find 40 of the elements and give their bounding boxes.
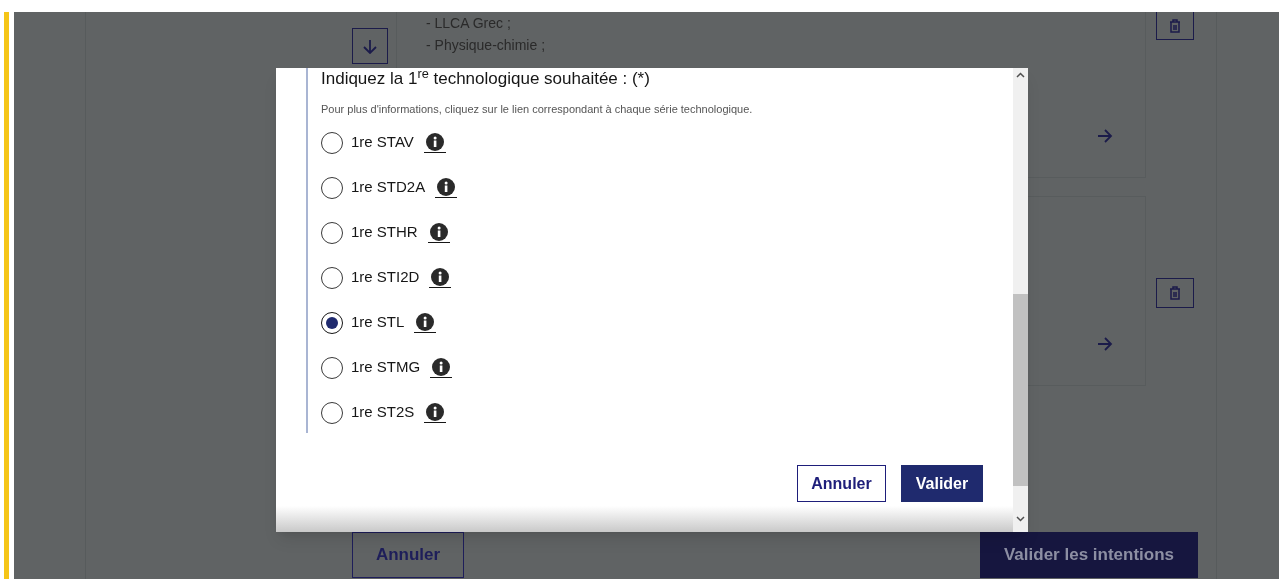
info-icon (426, 402, 445, 421)
option-label[interactable]: 1re ST2S (351, 401, 415, 424)
option-label[interactable]: 1re STL (351, 311, 405, 334)
submit-button[interactable]: Valider les intentions (980, 532, 1198, 578)
info-icon (416, 312, 435, 331)
info-link[interactable] (427, 222, 450, 243)
info-icon (431, 267, 450, 286)
list-item-text: - Physique-chimie ; (426, 36, 547, 55)
confirm-button[interactable]: Valider (901, 465, 983, 502)
arrow-down-icon (363, 38, 377, 54)
option-label[interactable]: 1re STHR (351, 221, 418, 244)
question-title: Indiquez la 1$^{re}$ technologique souhaitée : (*) (321, 68, 651, 89)
cancel-button[interactable]: Annuler (797, 465, 886, 502)
option-label[interactable]: 1re STD2A (351, 176, 426, 199)
list-item-text: - LLCA Grec ; (426, 14, 512, 33)
info-icon (437, 177, 456, 196)
move-down-button[interactable] (352, 28, 388, 64)
delete-button[interactable] (1156, 12, 1194, 40)
option-label[interactable]: 1re STI2D (351, 266, 420, 289)
hint-text: Pour plus d'informations, cliquez sur le lien correspondant à chaque série technologique. (321, 102, 754, 117)
info-link[interactable] (429, 267, 452, 288)
option-label[interactable]: 1re STAV (351, 131, 414, 154)
scrollbar-thumb[interactable] (1013, 294, 1028, 486)
info-link[interactable] (423, 132, 446, 153)
info-icon (429, 222, 448, 241)
info-link[interactable] (435, 177, 458, 198)
info-icon (425, 132, 444, 151)
info-link[interactable] (424, 402, 447, 423)
info-link[interactable] (430, 357, 453, 378)
scroll-down-icon[interactable] (1016, 516, 1025, 522)
trash-icon (1169, 286, 1181, 300)
delete-button[interactable] (1156, 278, 1194, 308)
trash-icon (1169, 18, 1181, 33)
arrow-right-icon (1097, 337, 1113, 351)
scroll-up-icon[interactable] (1016, 72, 1025, 78)
arrow-right-icon (1097, 129, 1113, 143)
info-icon (432, 357, 451, 376)
option-label[interactable]: 1re STMG (351, 356, 421, 379)
info-link[interactable] (414, 312, 437, 333)
scrollbar[interactable] (1013, 68, 1028, 532)
